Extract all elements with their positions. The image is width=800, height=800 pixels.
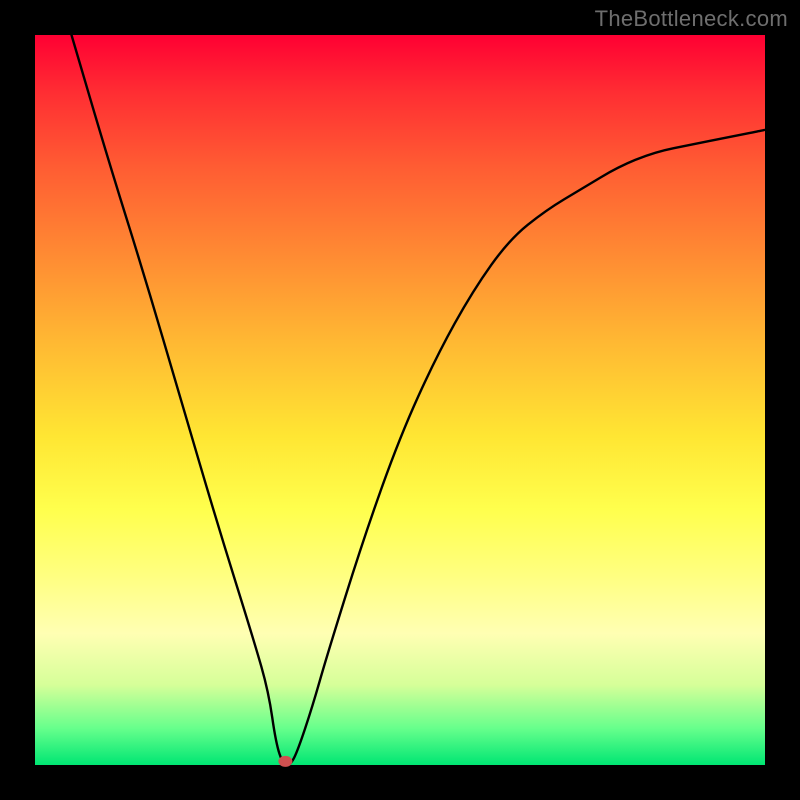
curve-layer <box>35 35 765 765</box>
chart-frame: TheBottleneck.com <box>0 0 800 800</box>
plot-area <box>35 35 765 765</box>
minimum-marker <box>278 756 292 767</box>
watermark-label: TheBottleneck.com <box>595 6 788 32</box>
bottleneck-curve-path <box>72 35 766 765</box>
